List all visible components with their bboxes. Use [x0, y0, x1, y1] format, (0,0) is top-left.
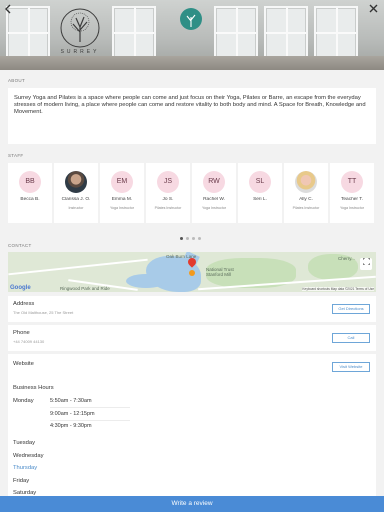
google-logo: Google — [10, 285, 31, 291]
close-button[interactable] — [369, 4, 378, 16]
map-water — [126, 274, 166, 288]
visit-website-button[interactable]: Visit Website — [332, 362, 370, 372]
map-label: Cherry... — [338, 256, 355, 261]
staff-role: Yoga Instructor — [109, 206, 135, 210]
staff-role: Pilates Instructor — [292, 206, 320, 210]
phone-row: Phone +44 74009 44130 Call — [8, 325, 376, 351]
floor-decor — [0, 56, 384, 70]
address-value: The Old Malthouse, 25 The Street — [13, 310, 74, 315]
phone-value: +44 74009 44130 — [13, 339, 45, 344]
about-card: Surrey Yoga and Pilates is a space where… — [8, 88, 376, 144]
avatar: JS — [157, 171, 179, 193]
tree-logo-icon — [180, 8, 202, 30]
map-label: National Trust Stanford Mill — [206, 267, 234, 277]
close-icon — [369, 4, 378, 13]
about-text: Surrey Yoga and Pilates is a space where… — [14, 95, 366, 115]
call-button[interactable]: Call — [332, 333, 370, 343]
staff-role: Yoga Instructor — [201, 206, 227, 210]
carousel-pagination — [180, 227, 204, 245]
back-button[interactable] — [4, 4, 12, 17]
staff-role: Instructor — [68, 206, 84, 210]
hours-day: Tuesday — [13, 440, 36, 446]
fullscreen-icon — [362, 257, 370, 266]
staff-card[interactable]: JS Jo S. Pilates Instructor — [146, 163, 190, 223]
contact-section-label: CONTACT — [8, 243, 32, 248]
hours-day: Monday — [13, 398, 34, 404]
staff-name: Teacher T. — [340, 197, 364, 202]
hours-day: Friday — [13, 477, 30, 484]
website-title: Website — [13, 361, 34, 367]
avatar: BB — [19, 171, 41, 193]
staff-card[interactable]: RW Rachel W. Yoga Instructor — [192, 163, 236, 223]
avatar — [65, 171, 87, 193]
business-hours-title: Business Hours — [13, 385, 54, 391]
map-poi-icon — [189, 270, 195, 276]
staff-card[interactable]: BB Becca B. — [8, 163, 52, 223]
pagination-dot[interactable] — [186, 237, 189, 240]
phone-title: Phone — [13, 330, 30, 336]
hours-time: 9:00am - 12:15pm — [50, 410, 95, 417]
get-directions-button[interactable]: Get Directions — [332, 304, 370, 314]
staff-name: Clarissa J. O. — [61, 197, 91, 202]
pagination-dot[interactable] — [198, 237, 201, 240]
location-map[interactable]: Oak Burn Lane National Trust Stanford Mi… — [8, 252, 376, 292]
write-review-button[interactable]: Write a review — [0, 496, 384, 512]
map-label: Ringwood Park and Ride — [60, 286, 110, 291]
hours-divider — [50, 419, 130, 421]
staff-name: Becca B. — [20, 197, 40, 202]
staff-card[interactable]: SL Seri L. — [238, 163, 282, 223]
staff-name: Emma M. — [111, 197, 133, 202]
hero-banner: SURREY — [0, 0, 384, 70]
hours-time: 4:30pm - 9:30pm — [50, 423, 92, 429]
avatar: TT — [341, 171, 363, 193]
fullscreen-button[interactable] — [360, 257, 372, 270]
address-row: Address The Old Malthouse, 25 The Street… — [8, 296, 376, 322]
staff-name: Jo S. — [162, 197, 174, 202]
staff-card[interactable]: EM Emma M. Yoga Instructor — [100, 163, 144, 223]
staff-card[interactable]: TT Teacher T. Yoga Instructor — [330, 163, 374, 223]
map-road — [8, 258, 148, 276]
avatar: SL — [249, 171, 271, 193]
staff-role: Yoga Instructor — [339, 206, 365, 210]
hours-day: Thursday — [13, 465, 38, 471]
logo-wordmark: SURREY — [60, 49, 100, 55]
business-hours-card: Business Hours Monday 5:50am - 7:30am 9:00… — [8, 376, 376, 512]
staff-card[interactable]: Ally C. Pilates Instructor — [284, 163, 328, 223]
staff-name: Ally C. — [299, 197, 313, 202]
avatar: RW — [203, 171, 225, 193]
tree-logo-icon — [60, 8, 100, 48]
address-title: Address — [13, 301, 35, 307]
avatar: EM — [111, 171, 133, 193]
hours-time: 5:50am - 7:30am — [50, 398, 92, 404]
map-attribution[interactable]: Keyboard shortcuts Map data ©2021 Terms … — [302, 287, 374, 291]
staff-role: Pilates Instructor — [154, 206, 182, 210]
about-section-label: ABOUT — [8, 78, 26, 83]
staff-section-label: STAFF — [8, 153, 24, 158]
staff-card[interactable]: Clarissa J. O. Instructor — [54, 163, 98, 223]
chevron-left-icon — [5, 4, 11, 14]
pagination-dot[interactable] — [180, 237, 183, 240]
hours-divider — [50, 407, 130, 408]
staff-name: Seri L. — [253, 197, 267, 202]
staff-carousel[interactable]: BB Becca B. Clarissa J. O. Instructor EM Emma… — [8, 163, 384, 223]
pagination-dot[interactable] — [192, 237, 195, 240]
avatar — [295, 171, 317, 193]
staff-name: Rachel W. — [203, 197, 225, 202]
hours-day: Wednesday — [13, 452, 44, 459]
